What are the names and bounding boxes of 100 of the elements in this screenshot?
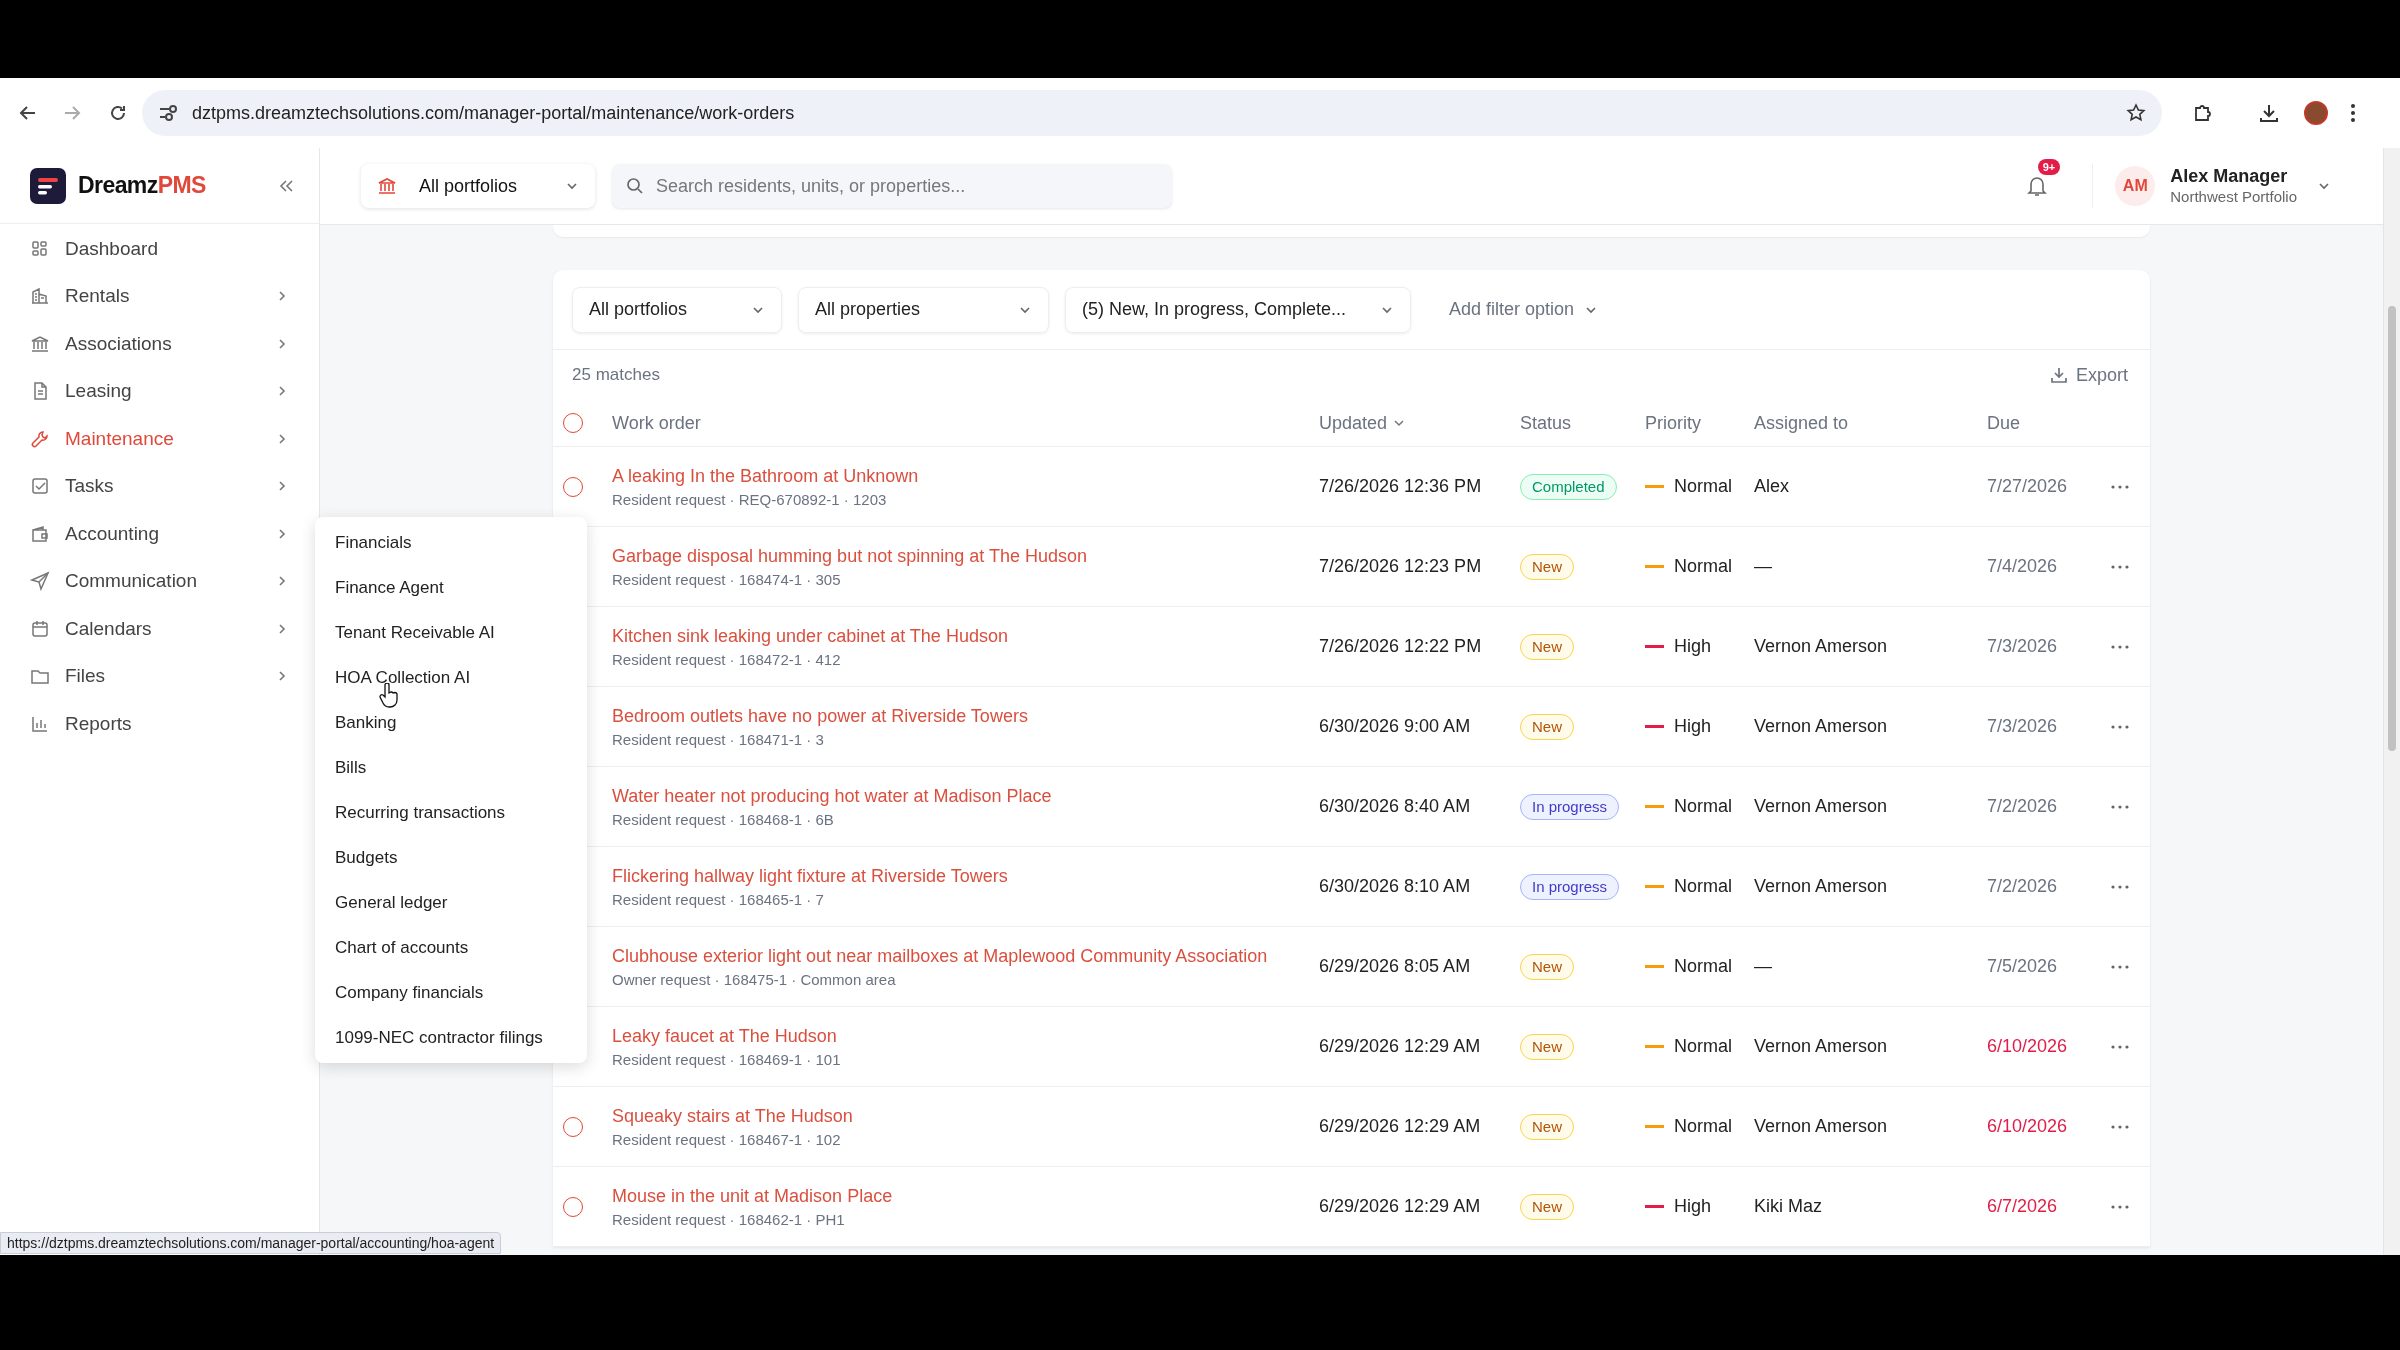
sort-chevron-icon <box>1393 417 1406 429</box>
search-icon <box>626 177 644 195</box>
more-options-icon[interactable] <box>2111 1204 2129 1209</box>
menu-icon[interactable] <box>2350 103 2356 123</box>
due-date: 7/2/2026 <box>1987 875 2058 898</box>
more-options-icon[interactable] <box>2111 724 2129 729</box>
due-date: 7/2/2026 <box>1987 795 2058 818</box>
assignee-name: — <box>1754 555 1772 578</box>
work-order-link[interactable]: Garbage disposal humming but not spinning at The Hudson <box>612 543 1279 569</box>
column-header: Assigned to <box>1754 411 1849 435</box>
column-header: Priority <box>1645 411 1701 435</box>
status-url: https://dztpms.dreamztechsolutions.com/manager-portal/accounting/hoa-agent <box>0 1232 502 1254</box>
updated-date: 6/30/2026 8:10 AM <box>1319 875 1471 898</box>
add-filter-button[interactable]: Add filter option <box>1449 286 1599 333</box>
status-badge: New <box>1520 1113 1574 1140</box>
nav-icon <box>30 523 50 544</box>
due-date: 7/5/2026 <box>1987 955 2058 978</box>
user-name: Alex Manager <box>2170 165 2289 187</box>
portfolio-select[interactable]: All portfolios <box>361 164 595 208</box>
more-options-icon[interactable] <box>2111 804 2129 809</box>
work-order-details: Resident request · 168469-1 · 101 <box>612 1050 842 1070</box>
updated-date: 6/30/2026 8:40 AM <box>1319 795 1471 818</box>
star-icon[interactable] <box>2126 103 2146 123</box>
work-order-link[interactable]: Flickering hallway light fixture at Riverside Towers <box>612 863 1279 889</box>
status-badge: New <box>1520 633 1574 660</box>
work-order-link[interactable]: Leaky faucet at The Hudson <box>612 1023 1279 1049</box>
notification-badge: 9+ <box>2037 159 2061 175</box>
table-row[interactable]: Mouse in the unit at Madison Place Resident request · 168462-1 · PH1 6/29/2026 12:29 AM New High Kiki Maz 6/7/2026 <box>553 1167 2150 1247</box>
search-field[interactable]: Search residents, units, or properties... <box>612 164 1172 208</box>
priority-label: Normal <box>1674 555 1732 578</box>
profile-avatar[interactable] <box>2304 101 2328 125</box>
address-bar[interactable]: dztpms.dreamztechsolutions.com/manager-portal/maintenance/work-orders <box>142 90 2162 136</box>
updated-date: 6/29/2026 12:29 AM <box>1319 1195 1481 1218</box>
more-options-icon[interactable] <box>2111 884 2129 889</box>
due-date: 7/4/2026 <box>1987 555 2058 578</box>
work-order-link[interactable]: Mouse in the unit at Madison Place <box>612 1183 1279 1209</box>
scrollbar-thumb[interactable] <box>2388 306 2396 751</box>
user-menu[interactable]: AM Alex Manager Northwest Portfolio <box>2115 165 2331 207</box>
work-order-details: Owner request · 168475-1 · Common area <box>612 970 897 990</box>
table-row[interactable]: Squeaky stairs at The Hudson Resident request · 168467-1 · 102 6/29/2026 12:29 AM New Normal Vernon Amerson 6/10/2026 <box>553 1087 2150 1167</box>
priority-label: High <box>1674 1195 1712 1218</box>
sidebar-item[interactable]: Dashboard <box>0 225 319 273</box>
more-options-icon[interactable] <box>2111 484 2129 489</box>
table-row[interactable]: A leaking In the Bathroom at Unknown Resident request · REQ-670892-1 · 1203 7/26/2026 12:36 PM Completed Normal Alex 7/27/2026 <box>553 447 2150 527</box>
priority-label: Normal <box>1674 875 1732 898</box>
sidebar-item[interactable]: Rentals <box>0 272 319 320</box>
due-date: 7/3/2026 <box>1987 635 2058 658</box>
puzzle-piece-icon[interactable] <box>2192 102 2214 124</box>
assignee-name: Vernon Amerson <box>1754 795 1888 818</box>
column-header[interactable]: Updated <box>1319 409 1406 437</box>
work-order-link[interactable]: Bedroom outlets have no power at Riverside Towers <box>612 703 1279 729</box>
priority-label: Normal <box>1674 475 1732 498</box>
status-badge: New <box>1520 713 1574 740</box>
filter-select[interactable]: (5) New, In progress, Complete... <box>1065 286 1411 333</box>
more-options-icon[interactable] <box>2111 564 2129 569</box>
work-order-link[interactable]: Kitchen sink leaking under cabinet at The Hudson <box>612 623 1279 649</box>
reload-icon[interactable] <box>108 103 128 123</box>
filter-select[interactable]: All properties <box>798 286 1049 333</box>
more-options-icon[interactable] <box>2111 644 2129 649</box>
due-date: 7/27/2026 <box>1987 475 2068 498</box>
site-settings-icon[interactable] <box>158 104 180 122</box>
nav-icon <box>30 476 50 497</box>
work-order-details: Resident request · 168462-1 · PH1 <box>612 1210 846 1230</box>
work-order-details: Resident request · 168472-1 · 412 <box>612 650 842 670</box>
work-order-link[interactable]: Water heater not producing hot water at Madison Place <box>612 783 1279 809</box>
assignee-name: — <box>1754 955 1772 978</box>
nav-icon <box>30 571 50 592</box>
work-order-details: Resident request · 168468-1 · 6B <box>612 810 835 830</box>
sidebar-item[interactable]: Associations <box>0 320 319 368</box>
status-badge: In progress <box>1520 793 1620 820</box>
download-icon[interactable] <box>2258 102 2280 124</box>
work-order-link[interactable]: Squeaky stairs at The Hudson <box>612 1103 1279 1129</box>
priority-label: Normal <box>1674 795 1732 818</box>
work-order-details: Resident request · 168471-1 · 3 <box>612 730 825 750</box>
export-button[interactable]: Export <box>2049 361 2128 389</box>
work-order-details: Resident request · 168474-1 · 305 <box>612 570 842 590</box>
priority-label: Normal <box>1674 1035 1732 1058</box>
work-order-link[interactable]: Clubhouse exterior light out near mailboxes at Maplewood Community Association <box>612 943 1279 969</box>
status-badge: New <box>1520 1193 1574 1220</box>
updated-date: 7/26/2026 12:36 PM <box>1319 475 1482 498</box>
due-date: 6/10/2026 <box>1987 1035 2068 1058</box>
filter-select[interactable]: All portfolios <box>572 286 782 333</box>
status-badge: New <box>1520 1033 1574 1060</box>
download-icon <box>2049 366 2068 384</box>
more-options-icon[interactable] <box>2111 1124 2129 1129</box>
more-options-icon[interactable] <box>2111 964 2129 969</box>
sidebar-item[interactable]: Tasks <box>0 462 319 510</box>
more-options-icon[interactable] <box>2111 1044 2129 1049</box>
column-header: Work order <box>612 411 701 435</box>
nav-icon <box>30 238 50 259</box>
priority-label: Normal <box>1674 1115 1732 1138</box>
work-order-details: Resident request · 168465-1 · 7 <box>612 890 825 910</box>
sidebar-item[interactable]: Maintenance <box>0 415 319 463</box>
work-order-link[interactable]: A leaking In the Bathroom at Unknown <box>612 463 1279 489</box>
portfolio-name: Northwest Portfolio <box>2170 187 2297 207</box>
brand-name: DreamzPMS <box>78 171 206 201</box>
sidebar-item[interactable]: Leasing <box>0 367 319 415</box>
status-badge: Completed <box>1520 473 1617 500</box>
assignee-name: Vernon Amerson <box>1754 635 1888 658</box>
updated-date: 7/26/2026 12:22 PM <box>1319 635 1482 658</box>
